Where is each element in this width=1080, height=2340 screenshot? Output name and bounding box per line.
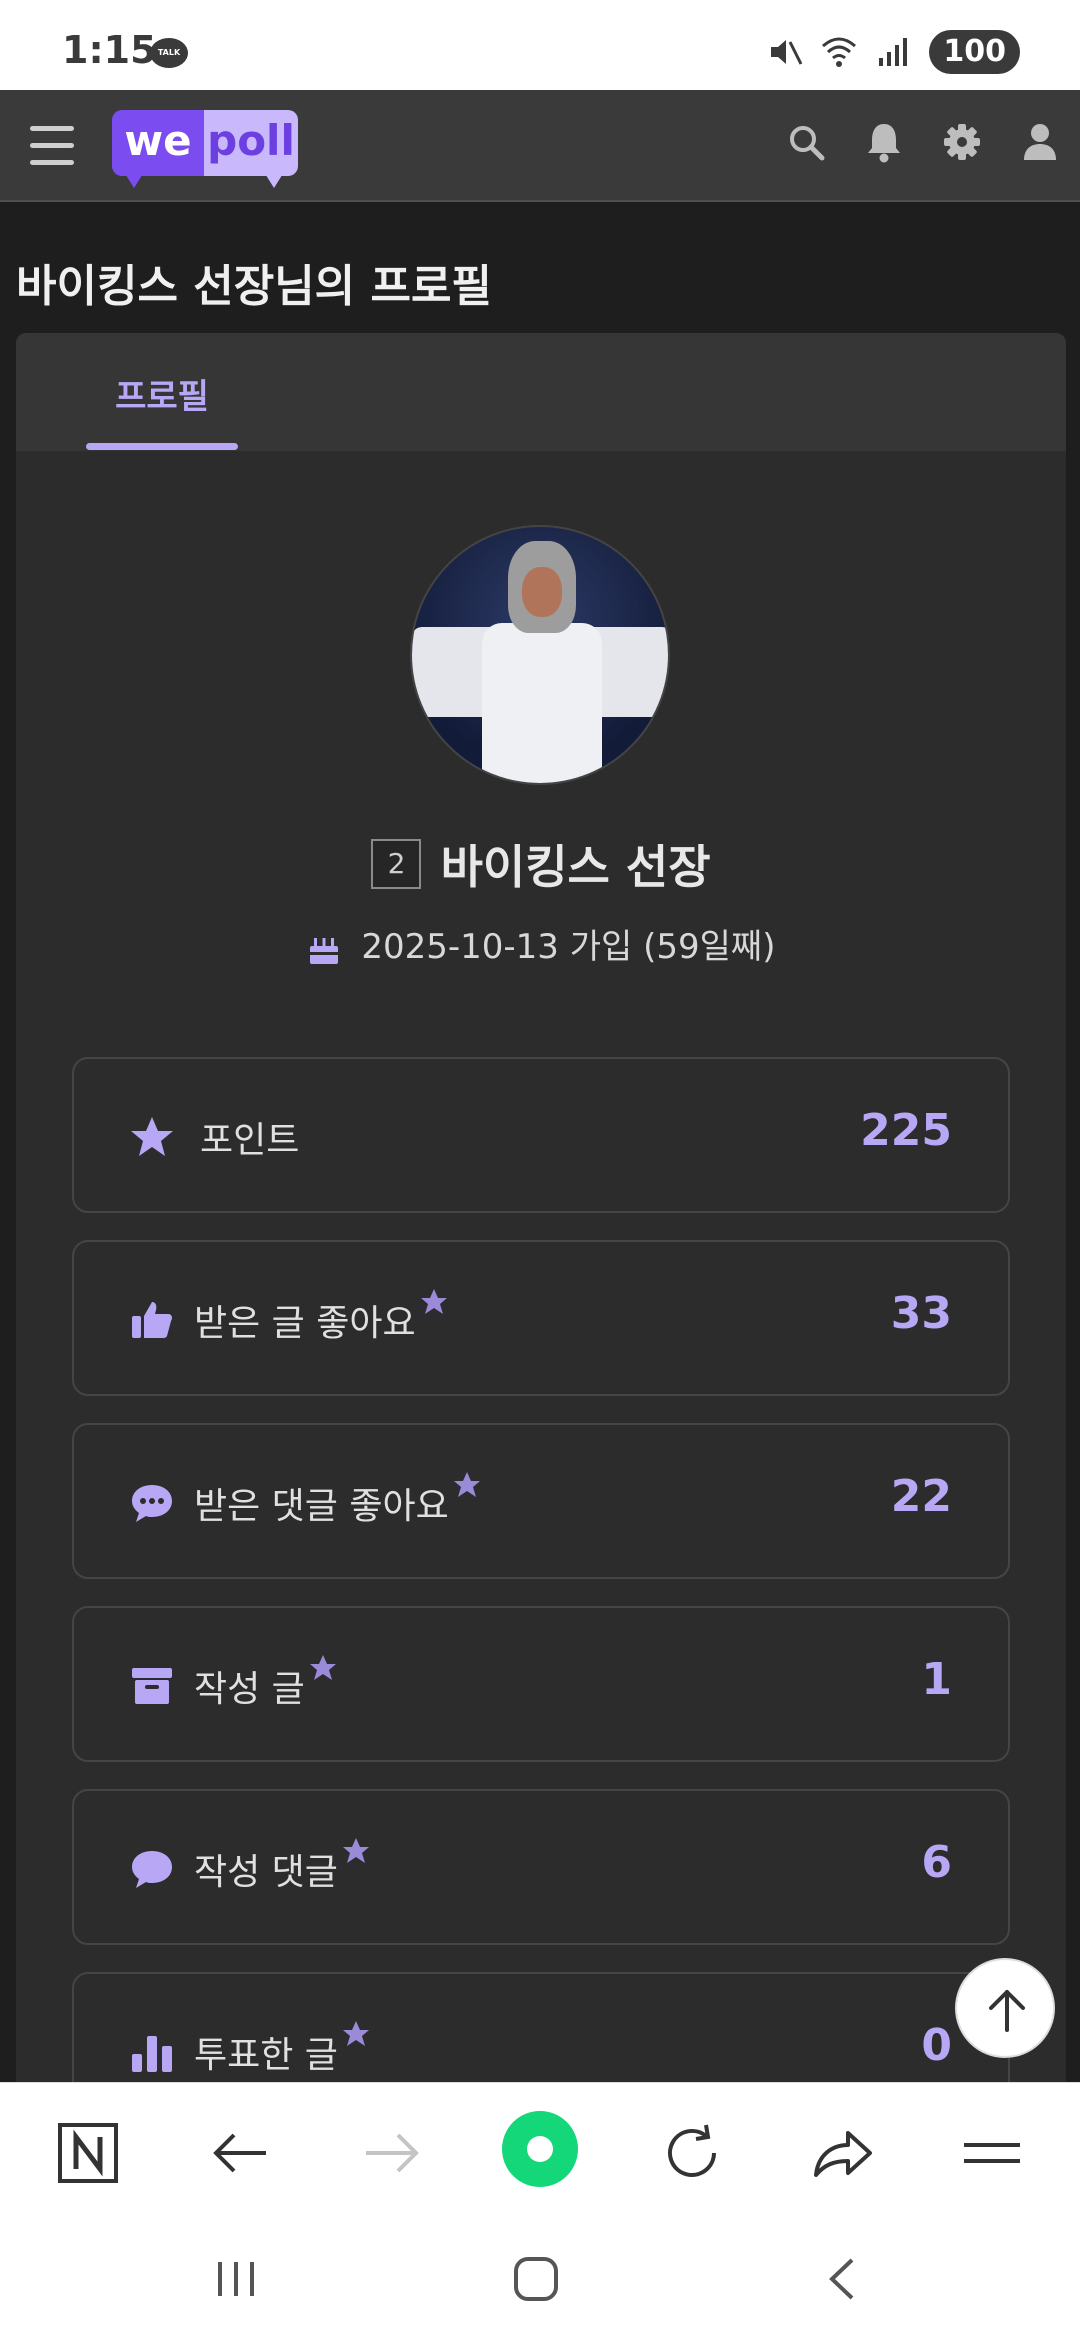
- status-time: 1:15: [62, 28, 157, 72]
- profile-card: 프로필 2 바이킹스 선장 2025-10-13 가입 (59일째) 포인트 2…: [16, 333, 1066, 2133]
- app-header: we poll: [0, 90, 1080, 202]
- avatar: [410, 525, 670, 785]
- search-icon[interactable]: [786, 120, 826, 164]
- star-badge-icon: [309, 1655, 336, 1680]
- join-date-row: 2025-10-13 가입 (59일째): [16, 919, 1066, 968]
- star-badge-icon: [342, 2021, 369, 2046]
- scroll-to-top-button[interactable]: [955, 1958, 1055, 2058]
- stat-written-comments[interactable]: 작성 댓글 6: [72, 1789, 1010, 1945]
- refresh-icon[interactable]: [656, 2117, 728, 2189]
- browser-toolbar: [0, 2082, 1080, 2218]
- battery-indicator: 100: [929, 30, 1020, 74]
- comment-dots-icon: [132, 1485, 172, 1522]
- back-icon[interactable]: [812, 2254, 872, 2304]
- stat-label: 받은 글 좋아요: [194, 1289, 448, 1346]
- wifi-icon: [822, 37, 857, 67]
- stat-points[interactable]: 포인트 225: [72, 1057, 1010, 1213]
- status-icons: 100: [767, 30, 1020, 74]
- user-icon[interactable]: [1020, 120, 1060, 164]
- system-navigation-bar: [0, 2218, 1080, 2340]
- wepoll-logo[interactable]: we poll: [112, 110, 298, 188]
- back-arrow-icon[interactable]: [204, 2117, 276, 2189]
- logo-we-text: we: [112, 110, 204, 176]
- stat-value: 22: [890, 1471, 952, 1522]
- star-badge-icon: [342, 1838, 369, 1863]
- recent-apps-icon[interactable]: [206, 2254, 266, 2304]
- stat-label: 포인트: [200, 1120, 300, 1161]
- star-badge-icon: [453, 1472, 480, 1497]
- star-badge-icon: [420, 1289, 447, 1314]
- naver-green-dot-icon[interactable]: [500, 2109, 580, 2189]
- arrow-up-icon: [989, 1990, 1025, 2032]
- stat-written-posts[interactable]: 작성 글 1: [72, 1606, 1010, 1762]
- stat-value: 6: [921, 1837, 952, 1888]
- active-tab-indicator: [86, 443, 238, 450]
- stat-label: 작성 댓글: [194, 1838, 370, 1895]
- forward-arrow-icon[interactable]: [356, 2117, 428, 2189]
- bar-chart-icon: [132, 2036, 172, 2072]
- signal-icon: [879, 38, 908, 66]
- archive-box-icon: [132, 1668, 172, 1704]
- stat-value: 1: [921, 1654, 952, 1705]
- birthday-cake-icon: [309, 937, 338, 964]
- stat-received-post-likes[interactable]: 받은 글 좋아요 33: [72, 1240, 1010, 1396]
- tab-profile[interactable]: 프로필: [86, 369, 238, 418]
- tab-bar: 프로필: [16, 333, 1066, 451]
- bell-icon[interactable]: [864, 120, 904, 164]
- stat-received-comment-likes[interactable]: 받은 댓글 좋아요 22: [72, 1423, 1010, 1579]
- naver-home-icon[interactable]: [52, 2117, 124, 2189]
- mute-icon: [771, 40, 803, 65]
- home-icon[interactable]: [506, 2254, 566, 2304]
- stat-value: 225: [860, 1105, 952, 1156]
- username: 바이킹스 선장: [440, 840, 711, 894]
- status-bar: 1:15 TALK 100: [0, 0, 1080, 90]
- hamburger-menu-icon[interactable]: [30, 126, 74, 166]
- kakaotalk-notification-icon: TALK: [150, 38, 188, 68]
- page-title: 바이킹스 선장님의 프로필: [16, 261, 492, 312]
- speech-bubble-icon: [132, 1851, 172, 1888]
- gear-icon[interactable]: [942, 120, 982, 164]
- share-icon[interactable]: [806, 2117, 878, 2189]
- menu-icon[interactable]: [956, 2117, 1028, 2189]
- thumbs-up-icon: [132, 1302, 172, 1338]
- star-icon: [131, 1117, 173, 1156]
- header-actions: [786, 120, 1060, 164]
- stat-value: 33: [890, 1288, 952, 1339]
- level-badge: 2: [371, 839, 422, 889]
- stat-label: 받은 댓글 좋아요: [194, 1472, 481, 1529]
- stat-label: 작성 글: [194, 1655, 337, 1712]
- stat-value: 0: [921, 2020, 952, 2071]
- join-date-text: 2025-10-13 가입 (59일째): [361, 927, 776, 967]
- logo-poll-text: poll: [204, 110, 298, 176]
- stat-label: 투표한 글: [194, 2021, 370, 2078]
- user-name-row: 2 바이킹스 선장: [16, 831, 1066, 897]
